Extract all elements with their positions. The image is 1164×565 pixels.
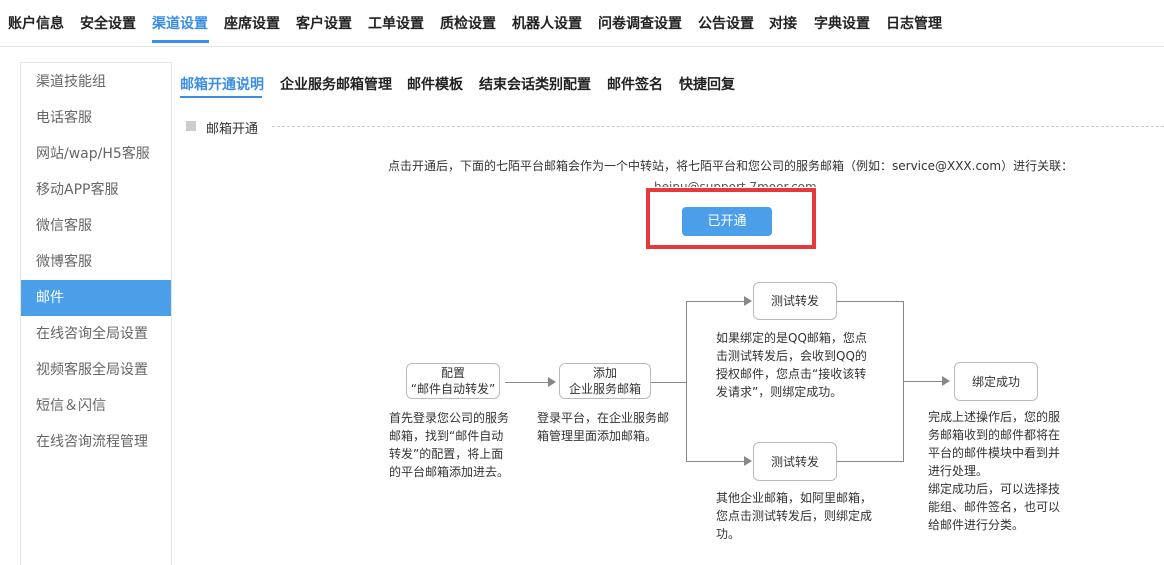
flow-connector — [686, 301, 745, 302]
flow-test-bottom-desc: 其他企业邮箱，如阿里邮箱， 您点击测试转发后，则绑定成 功。 — [716, 491, 873, 541]
tab-mailbox-guide[interactable]: 邮箱开通说明 — [180, 74, 264, 94]
flow-test-forward-top-label: 测试转发 — [770, 294, 819, 308]
topnav-item-integration[interactable]: 对接 — [769, 13, 797, 33]
topnav-item-log[interactable]: 日志管理 — [886, 13, 942, 33]
sidebar-item-video-global[interactable]: 视频客服全局设置 — [21, 352, 171, 388]
flow-test-top-desc: 如果绑定的是QQ邮箱，您点 击测试转发后，会收到QQ的 授权邮件，您点击“接收该… — [716, 331, 867, 399]
open-description: 点击开通后，下面的七陌平台邮箱会作为一个中转站，将七陌平台和您公司的服务邮箱（例… — [388, 159, 1074, 173]
subtab-active-indicator — [180, 96, 262, 98]
flow-test-forward-top: 测试转发 — [753, 282, 837, 320]
tab-session-category[interactable]: 结束会话类别配置 — [479, 74, 591, 94]
topnav-item-account[interactable]: 账户信息 — [8, 13, 64, 33]
sidebar-item-online-global[interactable]: 在线咨询全局设置 — [21, 316, 171, 352]
flow-step-add-desc: 登录平台，在企业服务邮 箱管理里面添加邮箱。 — [537, 411, 670, 443]
flow-connector — [686, 301, 687, 462]
flow-step-add-line1: 添加 — [592, 366, 617, 380]
flow-connector — [686, 461, 745, 462]
section-title: 邮箱开通 — [206, 122, 259, 137]
flow-connector — [837, 461, 904, 462]
sidebar-item-weibo[interactable]: 微博客服 — [21, 244, 171, 280]
tab-mail-signature[interactable]: 邮件签名 — [607, 74, 663, 94]
tab-mail-template[interactable]: 邮件模板 — [407, 74, 463, 94]
sidebar-item-app[interactable]: 移动APP客服 — [21, 172, 171, 208]
topnav-item-notice[interactable]: 公告设置 — [698, 13, 754, 33]
flow-bind-success: 绑定成功 — [954, 362, 1038, 401]
topnav-active-indicator — [152, 40, 209, 43]
topnav-item-dictionary[interactable]: 字典设置 — [814, 13, 870, 33]
flow-connector — [505, 382, 550, 383]
topnav-item-channel[interactable]: 渠道设置 — [152, 13, 208, 33]
topnav-item-security[interactable]: 安全设置 — [80, 13, 136, 33]
tab-quick-reply[interactable]: 快捷回复 — [679, 74, 735, 94]
topnav-item-robot[interactable]: 机器人设置 — [512, 13, 582, 33]
section-divider — [272, 126, 1164, 127]
flow-step-configure-desc: 首先登录您公司的服务 邮箱，找到“邮件自动 转发”的配置，将上面 的平台邮箱添加… — [389, 411, 510, 479]
sidebar-item-online-flow[interactable]: 在线咨询流程管理 — [21, 424, 171, 460]
topnav-item-customer[interactable]: 客户设置 — [296, 13, 352, 33]
arrow-right-icon — [744, 296, 752, 306]
arrow-right-icon — [744, 456, 752, 466]
sidebar-item-skill-group[interactable]: 渠道技能组 — [21, 64, 171, 100]
flow-connector — [903, 381, 943, 382]
opened-button[interactable]: 已开通 — [682, 207, 772, 236]
topnav-item-ticket[interactable]: 工单设置 — [368, 13, 424, 33]
flow-test-forward-bottom: 测试转发 — [753, 442, 837, 481]
flow-connector — [837, 301, 904, 302]
sidebar-item-sms[interactable]: 短信＆闪信 — [21, 388, 171, 424]
sidebar-item-email[interactable]: 邮件 — [21, 280, 171, 316]
flow-connector — [651, 382, 687, 383]
flow-step-add-mailbox: 添加 企业服务邮箱 — [559, 363, 651, 399]
flow-step-add-line2: 企业服务邮箱 — [568, 382, 641, 396]
sidebar-item-web[interactable]: 网站/wap/H5客服 — [21, 136, 171, 172]
flow-step-configure: 配置 “邮件自动转发” — [406, 363, 500, 399]
flow-test-forward-bottom-label: 测试转发 — [770, 454, 819, 469]
topnav-item-seat[interactable]: 座席设置 — [224, 13, 280, 33]
platform-email: heipu@support.7moor.com — [654, 180, 817, 187]
section-marker-icon — [186, 121, 196, 131]
flow-step-configure-line1: 配置 — [440, 366, 465, 380]
arrow-right-icon — [548, 377, 556, 387]
sidebar-item-wechat[interactable]: 微信客服 — [21, 208, 171, 244]
flow-bind-success-label: 绑定成功 — [971, 374, 1020, 389]
top-navigation: 账户信息 安全设置 渠道设置 座席设置 客户设置 工单设置 质检设置 机器人设置… — [0, 0, 1164, 47]
arrow-right-icon — [942, 376, 950, 386]
tab-enterprise-mailbox[interactable]: 企业服务邮箱管理 — [280, 74, 392, 94]
flow-step-configure-line2: “邮件自动转发” — [410, 382, 496, 396]
topnav-item-survey[interactable]: 问卷调查设置 — [598, 13, 682, 33]
flow-success-desc: 完成上述操作后，您的服 务邮箱收到的邮件都将在 平台的邮件模块中看到并 进行处理… — [928, 410, 1061, 532]
sidebar-item-phone[interactable]: 电话客服 — [21, 100, 171, 136]
topnav-item-quality[interactable]: 质检设置 — [440, 13, 496, 33]
sidebar: 渠道技能组 电话客服 网站/wap/H5客服 移动APP客服 微信客服 微博客服… — [20, 62, 172, 565]
